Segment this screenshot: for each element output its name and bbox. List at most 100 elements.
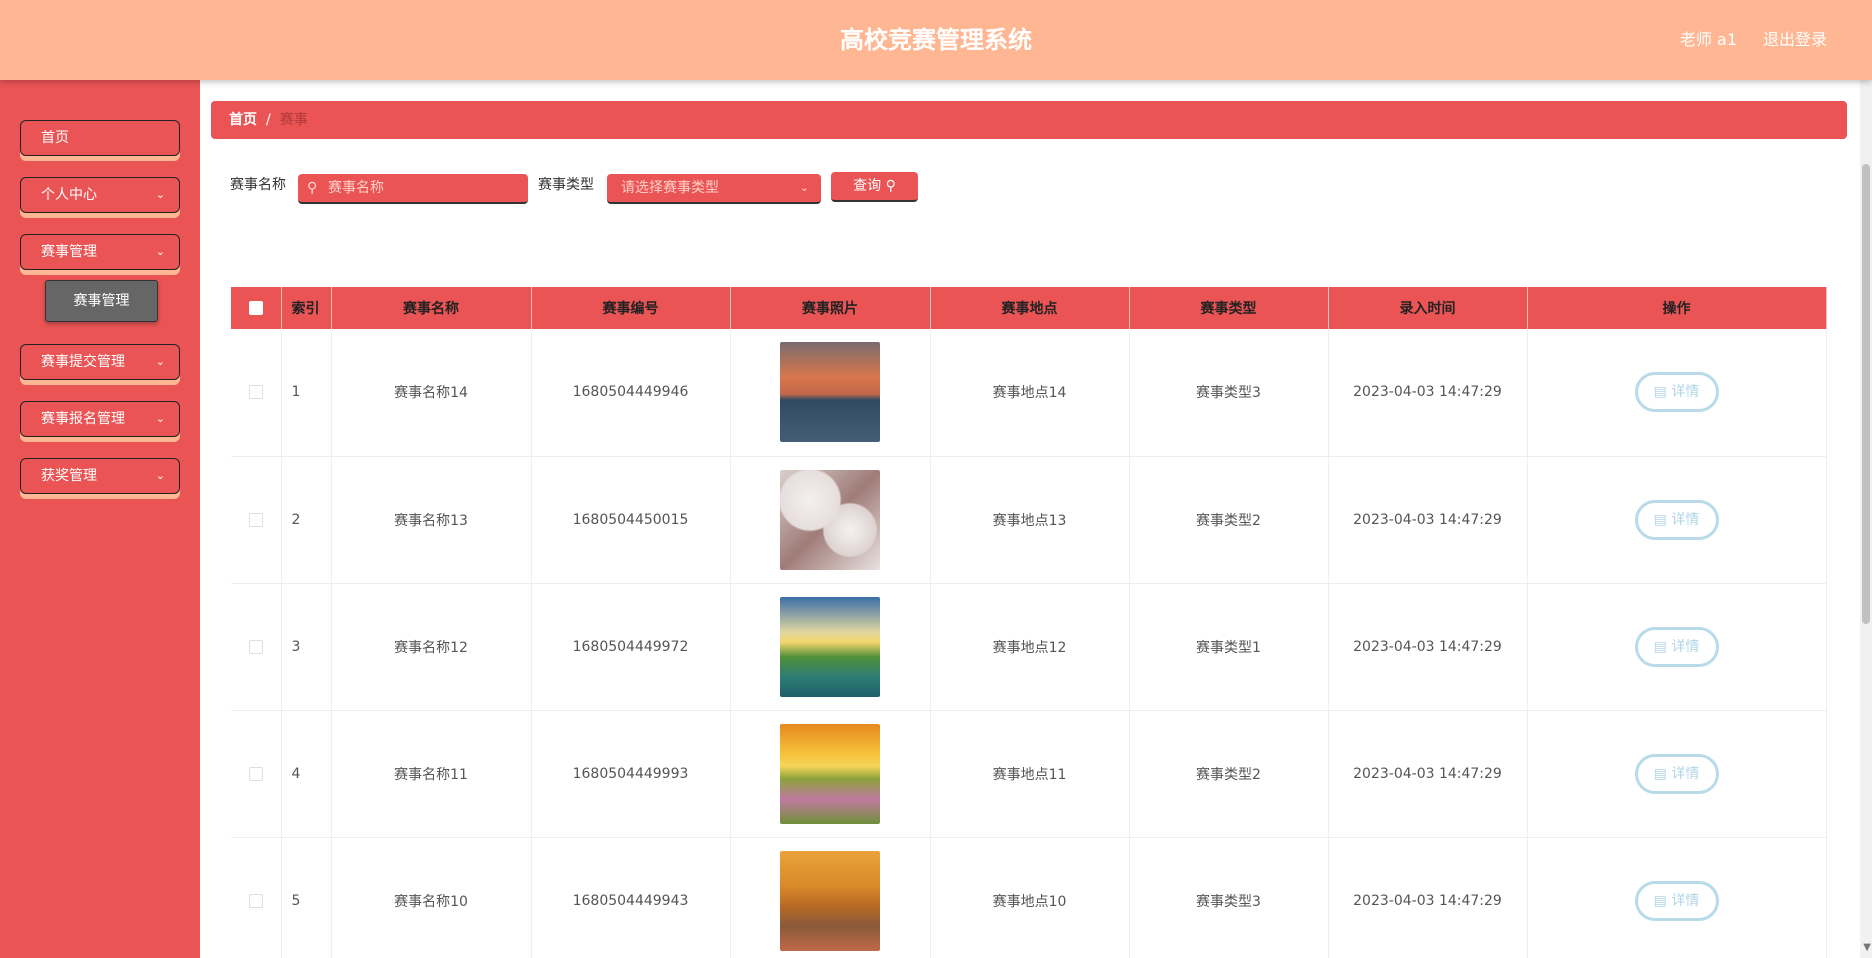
sidebar-item-label: 首页 <box>41 130 69 146</box>
page-scrollbar[interactable] <box>1860 80 1872 958</box>
document-icon: ▤ <box>1653 384 1672 401</box>
row-photo-cell <box>730 710 931 838</box>
table-row: 4 赛事名称11 1680504449993 赛事地点11 赛事类型2 2023… <box>231 710 1827 838</box>
row-code: 1680504449993 <box>531 710 731 838</box>
detail-button[interactable]: ▤ 详情 <box>1634 499 1719 540</box>
detail-button-label: 详情 <box>1671 638 1700 655</box>
competition-type-select[interactable]: 请选择赛事类型 ⌄ <box>607 174 821 204</box>
sidebar-item-competition-management[interactable]: 赛事管理 ⌄ <box>20 234 180 270</box>
sidebar-item-submission-management[interactable]: 赛事提交管理 ⌄ <box>20 344 180 380</box>
row-checkbox[interactable] <box>248 893 263 908</box>
row-location: 赛事地点12 <box>930 583 1130 711</box>
row-photo-cell <box>730 329 931 457</box>
query-button-label: 查询 <box>853 178 882 194</box>
scrollbar-thumb[interactable] <box>1862 164 1870 624</box>
document-icon: ▤ <box>1653 765 1672 782</box>
row-time: 2023-04-03 14:47:29 <box>1328 329 1528 457</box>
row-checkbox[interactable] <box>248 385 263 400</box>
column-header-location: 赛事地点 <box>930 287 1130 329</box>
row-action-cell: ▤ 详情 <box>1527 710 1827 838</box>
row-action-cell: ▤ 详情 <box>1527 329 1827 457</box>
row-type: 赛事类型1 <box>1129 583 1329 711</box>
row-select-cell <box>231 456 282 584</box>
column-header-index: 索引 <box>281 287 332 329</box>
competition-name-input[interactable]: ⚲ 赛事名称 <box>298 174 528 204</box>
detail-button[interactable]: ▤ 详情 <box>1634 753 1719 794</box>
table-row: 5 赛事名称10 1680504449943 赛事地点10 赛事类型3 2023… <box>231 837 1827 958</box>
detail-button-label: 详情 <box>1671 384 1700 401</box>
competition-name-label: 赛事名称 <box>230 177 286 193</box>
row-code: 1680504449943 <box>531 837 731 958</box>
sidebar-item-label: 赛事管理 <box>41 244 97 260</box>
query-button[interactable]: 查询 ⚲ <box>831 172 918 202</box>
chevron-down-icon: ⌄ <box>155 412 165 425</box>
column-header-time: 录入时间 <box>1328 287 1528 329</box>
detail-button[interactable]: ▤ 详情 <box>1634 880 1719 921</box>
row-select-cell <box>231 583 282 711</box>
row-code: 1680504450015 <box>531 456 731 584</box>
row-code: 1680504449946 <box>531 329 731 457</box>
sidebar-item-award-management[interactable]: 获奖管理 ⌄ <box>20 458 180 494</box>
row-name: 赛事名称14 <box>331 329 532 457</box>
row-index: 5 <box>281 837 332 958</box>
breadcrumb-home[interactable]: 首页 <box>229 112 257 128</box>
column-header-code: 赛事编号 <box>531 287 731 329</box>
competition-photo[interactable] <box>780 723 880 824</box>
logout-link[interactable]: 退出登录 <box>1763 0 1827 80</box>
detail-button-label: 详情 <box>1671 511 1700 528</box>
table-row: 3 赛事名称12 1680504449972 赛事地点12 赛事类型1 2023… <box>231 583 1827 711</box>
row-index: 4 <box>281 710 332 838</box>
sidebar-item-personal-center[interactable]: 个人中心 ⌄ <box>20 177 180 213</box>
row-code: 1680504449972 <box>531 583 731 711</box>
row-time: 2023-04-03 14:47:29 <box>1328 710 1528 838</box>
sidebar-item-registration-management[interactable]: 赛事报名管理 ⌄ <box>20 401 180 437</box>
row-index: 3 <box>281 583 332 711</box>
competition-photo[interactable] <box>780 342 880 443</box>
table-row: 1 赛事名称14 1680504449946 赛事地点14 赛事类型3 2023… <box>231 329 1827 457</box>
sidebar-item-label: 赛事提交管理 <box>41 354 125 370</box>
row-time: 2023-04-03 14:47:29 <box>1328 456 1528 584</box>
row-name: 赛事名称12 <box>331 583 532 711</box>
row-select-cell <box>231 329 282 457</box>
row-checkbox[interactable] <box>248 639 263 654</box>
select-all-checkbox[interactable] <box>248 301 263 315</box>
detail-button[interactable]: ▤ 详情 <box>1634 372 1719 413</box>
competition-photo[interactable] <box>780 596 880 697</box>
chevron-down-icon: ⌄ <box>799 181 809 194</box>
row-select-cell <box>231 837 282 958</box>
row-type: 赛事类型2 <box>1129 456 1329 584</box>
row-location: 赛事地点11 <box>930 710 1130 838</box>
sidebar-item-home[interactable]: 首页 <box>20 120 180 156</box>
row-photo-cell <box>730 583 931 711</box>
current-user: 老师 a1 <box>1679 30 1737 49</box>
scroll-down-icon[interactable]: ▼ <box>1863 942 1871 953</box>
breadcrumb: 首页 / 赛事 <box>211 101 1847 139</box>
row-select-cell <box>231 710 282 838</box>
competition-photo[interactable] <box>780 469 880 570</box>
competition-photo[interactable] <box>780 850 880 951</box>
row-photo-cell <box>730 837 931 958</box>
breadcrumb-separator: / <box>266 112 271 128</box>
row-checkbox[interactable] <box>248 766 263 781</box>
sidebar-item-label: 获奖管理 <box>41 468 97 484</box>
breadcrumb-current: 赛事 <box>279 112 308 128</box>
app-title: 高校竞赛管理系统 <box>840 26 1032 54</box>
row-time: 2023-04-03 14:47:29 <box>1328 583 1528 711</box>
document-icon: ▤ <box>1653 892 1672 909</box>
document-icon: ▤ <box>1653 511 1672 528</box>
select-all-cell <box>231 287 282 329</box>
row-type: 赛事类型3 <box>1129 837 1329 958</box>
detail-button[interactable]: ▤ 详情 <box>1634 626 1719 667</box>
row-checkbox[interactable] <box>248 512 263 527</box>
column-header-action: 操作 <box>1527 287 1827 329</box>
submenu-item-competition-management[interactable]: 赛事管理 <box>45 280 158 322</box>
competition-type-placeholder: 请选择赛事类型 <box>621 180 719 196</box>
row-name: 赛事名称11 <box>331 710 532 838</box>
sidebar-item-label: 个人中心 <box>41 187 97 203</box>
chevron-down-icon: ⌄ <box>155 245 165 258</box>
chevron-down-icon: ⌄ <box>155 469 165 482</box>
column-header-name: 赛事名称 <box>331 287 532 329</box>
search-icon: ⚲ <box>885 178 896 194</box>
row-action-cell: ▤ 详情 <box>1527 583 1827 711</box>
row-type: 赛事类型2 <box>1129 710 1329 838</box>
